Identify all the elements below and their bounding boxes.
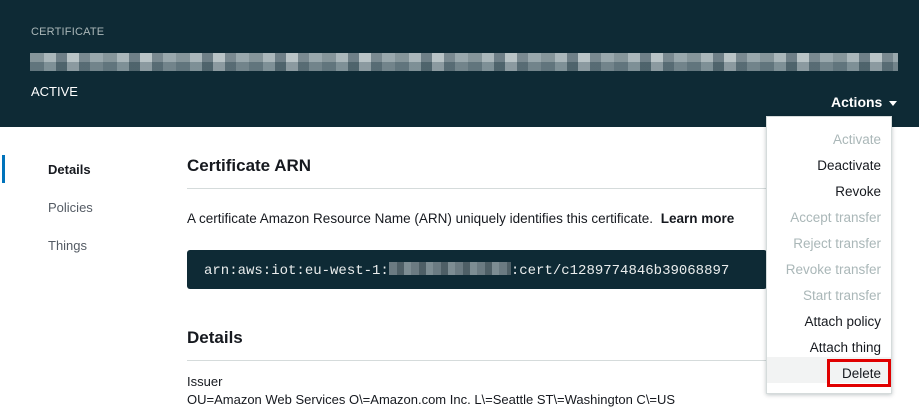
sidebar-item-things[interactable]: Things (48, 238, 87, 253)
arn-code-box: arn:aws:iot:eu-west-1: :cert/c1289774846b… (187, 250, 767, 289)
arn-description: A certificate Amazon Resource Name (ARN)… (187, 211, 734, 226)
arn-value: arn:aws:iot:eu-west-1: :cert/c1289774846b… (204, 262, 729, 279)
actions-dropdown-menu: Activate Deactivate Revoke Accept transf… (766, 116, 892, 394)
status-badge: ACTIVE (31, 84, 78, 99)
menu-item-reject-transfer: Reject transfer (793, 236, 881, 251)
menu-item-start-transfer: Start transfer (802, 288, 881, 303)
sidebar-item-details[interactable]: Details (48, 162, 91, 177)
actions-button[interactable]: Actions (831, 94, 898, 110)
menu-item-revoke[interactable]: Revoke (835, 184, 881, 199)
menu-item-attach-thing[interactable]: Attach thing (810, 340, 881, 355)
menu-item-accept-transfer: Accept transfer (790, 210, 881, 225)
issuer-label: Issuer (187, 374, 223, 389)
caret-down-icon (889, 100, 898, 106)
issuer-value: OU=Amazon Web Services O\=Amazon.com Inc… (187, 392, 676, 407)
arn-heading: Certificate ARN (187, 156, 312, 175)
actions-label: Actions (831, 94, 883, 110)
divider (187, 360, 767, 361)
account-id-redacted (388, 262, 511, 275)
arn-prefix: arn:aws:iot:eu-west-1: (204, 263, 389, 279)
menu-item-attach-policy[interactable]: Attach policy (804, 314, 881, 329)
sidebar-item-policies[interactable]: Policies (48, 200, 93, 215)
arn-suffix: :cert/c1289774846b39068897 (510, 263, 730, 279)
menu-item-revoke-transfer: Revoke transfer (785, 262, 881, 277)
learn-more-link[interactable]: Learn more (661, 211, 735, 226)
divider (187, 188, 767, 189)
arn-description-text: A certificate Amazon Resource Name (ARN)… (187, 211, 653, 226)
sidebar-active-indicator (2, 155, 5, 183)
certificate-id-redacted (30, 53, 898, 71)
delete-highlight-box (827, 359, 891, 387)
menu-item-activate: Activate (832, 132, 881, 147)
section-label: CERTIFICATE (31, 26, 105, 38)
certificate-header: CERTIFICATE ACTIVE Actions (0, 0, 919, 127)
details-heading: Details (187, 328, 243, 347)
menu-item-deactivate[interactable]: Deactivate (817, 158, 881, 173)
